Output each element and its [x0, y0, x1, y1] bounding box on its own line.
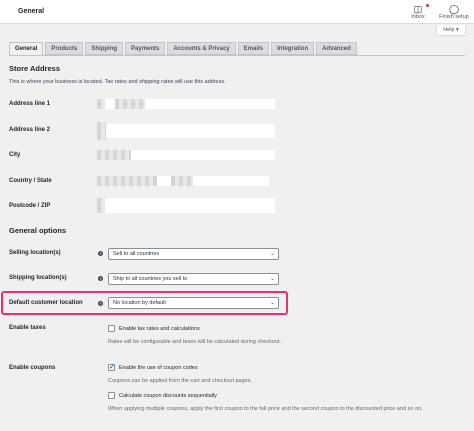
- default-customer-location-select[interactable]: No location by default ⌄: [108, 297, 279, 309]
- page-title: General: [18, 8, 45, 15]
- chevron-down-icon: ⌄: [269, 251, 275, 257]
- tab-general[interactable]: General: [9, 42, 44, 56]
- redacted-value: [171, 176, 193, 186]
- chevron-down-icon: ⌄: [269, 276, 275, 282]
- shipping-locations-label: Shipping location(s): [9, 275, 67, 281]
- postcode-label: Postcode / ZIP: [9, 203, 51, 209]
- help-button[interactable]: Help ▾: [436, 25, 466, 36]
- default-customer-location-label: Default customer location: [9, 300, 83, 306]
- default-customer-location-value: No location by default: [113, 300, 166, 306]
- redacted-value: [97, 198, 105, 213]
- redacted-value: [97, 150, 131, 160]
- help-icon[interactable]: ?: [98, 276, 103, 281]
- selling-locations-select[interactable]: Sell to all countries ⌄: [108, 248, 279, 260]
- address-line-1-label: Address line 1: [9, 101, 51, 107]
- finish-setup-button[interactable]: ◯ Finish setup: [436, 4, 472, 20]
- tab-advanced[interactable]: Advanced: [316, 42, 357, 55]
- settings-tabs: General Products Shipping Payments Accou…: [9, 42, 359, 56]
- postcode-input[interactable]: [97, 198, 275, 213]
- tabs-divider: [9, 55, 465, 56]
- chevron-down-icon: ⌄: [269, 300, 275, 306]
- inbox-icon: ◫: [406, 4, 430, 14]
- country-state-label: Country / State: [9, 178, 52, 184]
- store-address-description: This is where your business is located. …: [9, 79, 226, 85]
- address-line-2-input[interactable]: [97, 124, 275, 138]
- shipping-locations-select[interactable]: Ship to all countries you sell to ⌄: [108, 273, 279, 285]
- sequential-coupons-checkbox-label: Calculate coupon discounts sequentially: [119, 393, 217, 399]
- enable-coupons-label: Enable coupons: [9, 365, 56, 371]
- city-label: City: [9, 152, 21, 158]
- enable-taxes-label: Enable taxes: [9, 325, 46, 331]
- selling-locations-label: Selling location(s): [9, 250, 61, 256]
- help-icon[interactable]: ?: [98, 301, 103, 306]
- general-options-heading: General options: [9, 226, 67, 235]
- tab-integration[interactable]: Integration: [271, 42, 315, 55]
- address-line-2-label: Address line 2: [9, 127, 51, 133]
- inbox-label: Inbox: [411, 14, 425, 20]
- redacted-value: [97, 176, 157, 186]
- notification-dot: [426, 4, 429, 7]
- sequential-coupons-checkbox[interactable]: [108, 392, 115, 399]
- progress-ring-icon: ◯: [448, 4, 460, 14]
- enable-taxes-checkbox[interactable]: [108, 325, 115, 332]
- finish-setup-label: Finish setup: [439, 14, 469, 20]
- sequential-coupons-help: When applying multiple coupons, apply th…: [108, 406, 423, 412]
- checkmark-icon: ✓: [109, 364, 115, 371]
- tab-accounts-privacy[interactable]: Accounts & Privacy: [167, 42, 236, 55]
- redacted-value: [97, 122, 106, 140]
- redacted-value: [115, 99, 145, 109]
- enable-coupons-checkbox-label: Enable the use of coupon codes: [119, 365, 198, 371]
- tab-emails[interactable]: Emails: [237, 42, 270, 55]
- selling-locations-value: Sell to all countries: [113, 251, 160, 257]
- inbox-button[interactable]: ◫ Inbox: [406, 4, 430, 20]
- tab-payments[interactable]: Payments: [125, 42, 166, 55]
- enable-coupons-help: Coupons can be applied from the cart and…: [108, 378, 253, 384]
- shipping-locations-value: Ship to all countries you sell to: [113, 276, 188, 282]
- enable-taxes-help: Rates will be configurable and taxes wil…: [108, 339, 282, 345]
- tab-products[interactable]: Products: [45, 42, 84, 55]
- enable-taxes-checkbox-label: Enable tax rates and calculations: [119, 326, 200, 332]
- redacted-value: [97, 99, 105, 109]
- top-bar: General ◫ Inbox ◯ Finish setup: [0, 0, 474, 24]
- tab-shipping[interactable]: Shipping: [85, 42, 124, 55]
- help-icon[interactable]: ?: [98, 251, 103, 256]
- enable-coupons-checkbox[interactable]: ✓: [108, 364, 115, 371]
- store-address-heading: Store Address: [9, 64, 60, 73]
